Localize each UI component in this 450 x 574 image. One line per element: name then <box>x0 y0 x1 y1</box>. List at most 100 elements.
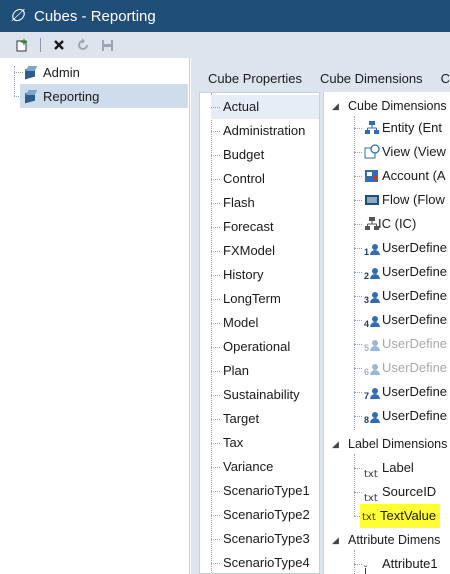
delete-icon[interactable] <box>49 35 69 55</box>
person-icon <box>370 340 380 351</box>
tree-connector <box>14 72 23 73</box>
attribute-icon: ĭ <box>364 564 368 574</box>
account-icon <box>364 168 380 184</box>
cube-icon <box>24 65 38 79</box>
person-icon <box>370 316 380 327</box>
dim-label: UserDefine <box>382 288 448 303</box>
scenario-item[interactable]: Model <box>211 311 319 335</box>
scenario-item[interactable]: Plan <box>211 359 319 383</box>
save-icon[interactable] <box>97 35 117 55</box>
dim-label: UserDefine <box>382 408 448 423</box>
dim-entity[interactable]: Entity (Ent <box>324 116 450 140</box>
dim-label: UserDefine <box>382 336 448 351</box>
dim-userdefined-7[interactable]: 7 UserDefine <box>324 380 450 404</box>
scenario-item[interactable]: Target <box>211 407 319 431</box>
attribute-dimensions-group[interactable]: ◢ Attribute Dimens <box>324 528 450 552</box>
dim-label: UserDefine <box>382 312 448 327</box>
dim-label: SourceID <box>382 484 437 499</box>
tab-truncated[interactable]: C <box>432 66 450 92</box>
cube-icon <box>24 89 38 103</box>
user-defined-icon: 3 <box>364 288 380 305</box>
dim-label: TextValue <box>380 508 437 523</box>
title-bar: ∅ Cubes - Reporting <box>0 0 450 32</box>
dim-userdefined-1[interactable]: 1 UserDefine <box>324 236 450 260</box>
group-label: Label Dimensions <box>348 437 448 451</box>
scenario-item[interactable]: Control <box>211 167 319 191</box>
text-dimension-icon: txt <box>364 493 378 504</box>
scenario-item[interactable]: History <box>211 263 319 287</box>
toolbar <box>0 32 450 58</box>
cube-dimensions-group[interactable]: ◢ Cube Dimensions <box>324 94 450 118</box>
scenario-list: Actual Administration Budget Control Flash Fo… <box>199 92 320 574</box>
scenario-item[interactable]: Administration <box>211 119 319 143</box>
dim-userdefined-8[interactable]: 8 UserDefine <box>324 404 450 428</box>
tree-connector <box>14 66 15 96</box>
scenario-item[interactable]: Sustainability <box>211 383 319 407</box>
scenario-item[interactable]: ScenarioType3 <box>211 527 319 551</box>
collapse-caret-icon[interactable]: ◢ <box>332 94 339 118</box>
user-defined-icon: 5 <box>364 336 380 353</box>
text-dimension-icon: txt <box>362 512 376 523</box>
dim-label: Flow (Flow <box>382 192 445 207</box>
person-icon <box>370 364 380 375</box>
scenario-item[interactable]: Variance <box>211 455 319 479</box>
scenario-item[interactable]: Operational <box>211 335 319 359</box>
scenario-item[interactable]: Forecast <box>211 215 319 239</box>
scenario-item[interactable]: LongTerm <box>211 287 319 311</box>
flow-icon <box>364 192 380 208</box>
user-defined-icon: 6 <box>364 360 380 377</box>
group-label: Cube Dimensions <box>348 99 447 113</box>
dim-userdefined-5[interactable]: 5 UserDefine <box>324 332 450 356</box>
scenario-item[interactable]: ScenarioType2 <box>211 503 319 527</box>
user-defined-icon: 1 <box>364 240 380 257</box>
new-cube-icon[interactable] <box>12 35 32 55</box>
dim-view[interactable]: View (View <box>324 140 450 164</box>
scenario-item[interactable]: Actual <box>211 95 319 119</box>
highlighted-item: txt TextValue <box>360 504 441 528</box>
dim-flow[interactable]: Flow (Flow <box>324 188 450 212</box>
dimensions-tree: ◢ Cube Dimensions Entity (Ent View (View… <box>323 92 450 574</box>
label-dimensions-group[interactable]: ◢ Label Dimensions <box>324 432 450 456</box>
collapse-caret-icon[interactable]: ◢ <box>332 528 339 552</box>
refresh-icon[interactable] <box>73 35 93 55</box>
dim-label-textvalue[interactable]: txt TextValue <box>324 504 450 528</box>
tree-item-label: Admin <box>43 64 80 80</box>
collapse-caret-icon[interactable]: ◢ <box>332 432 339 456</box>
scenario-item[interactable]: ScenarioType1 <box>211 479 319 503</box>
tab-cube-dimensions[interactable]: Cube Dimensions <box>311 66 432 92</box>
user-defined-icon: 7 <box>364 384 380 401</box>
scenario-item[interactable]: Tax <box>211 431 319 455</box>
dim-label: Account (A <box>382 168 446 183</box>
dim-account[interactable]: Account (A <box>324 164 450 188</box>
dim-attribute1[interactable]: ĭ Attribute1 <box>324 552 450 574</box>
person-icon <box>370 388 380 399</box>
dim-label-label[interactable]: txt Label <box>324 456 450 480</box>
scenario-item[interactable]: Budget <box>211 143 319 167</box>
user-defined-icon: 4 <box>364 312 380 329</box>
tree-item-reporting[interactable]: Reporting <box>20 84 188 108</box>
dim-userdefined-4[interactable]: 4 UserDefine <box>324 308 450 332</box>
dimension-number: 8 <box>364 415 370 425</box>
dim-userdefined-3[interactable]: 3 UserDefine <box>324 284 450 308</box>
tree-item-admin[interactable]: Admin <box>24 60 80 84</box>
ic-icon <box>364 216 380 232</box>
text-dimension-icon: txt <box>364 469 378 480</box>
dim-label-sourceid[interactable]: txt SourceID <box>324 480 450 504</box>
view-icon <box>364 144 380 160</box>
dim-label: UserDefine <box>382 264 448 279</box>
dim-userdefined-6[interactable]: 6 UserDefine <box>324 356 450 380</box>
scenario-item[interactable]: Flash <box>211 191 319 215</box>
dim-ic[interactable]: IC (IC) <box>324 212 450 236</box>
user-defined-icon: 2 <box>364 264 380 281</box>
person-icon <box>370 412 380 423</box>
app-logo-icon: ∅ <box>9 6 25 26</box>
dim-label: UserDefine <box>382 384 448 399</box>
dim-userdefined-2[interactable]: 2 UserDefine <box>324 260 450 284</box>
entity-icon <box>364 120 380 136</box>
scenario-item[interactable]: ScenarioType4 <box>211 551 319 573</box>
person-icon <box>370 268 380 279</box>
dim-label: Label <box>382 460 414 475</box>
scenario-item[interactable]: FXModel <box>211 239 319 263</box>
dim-label: Entity (Ent <box>382 120 442 135</box>
tab-cube-properties[interactable]: Cube Properties <box>199 66 311 92</box>
